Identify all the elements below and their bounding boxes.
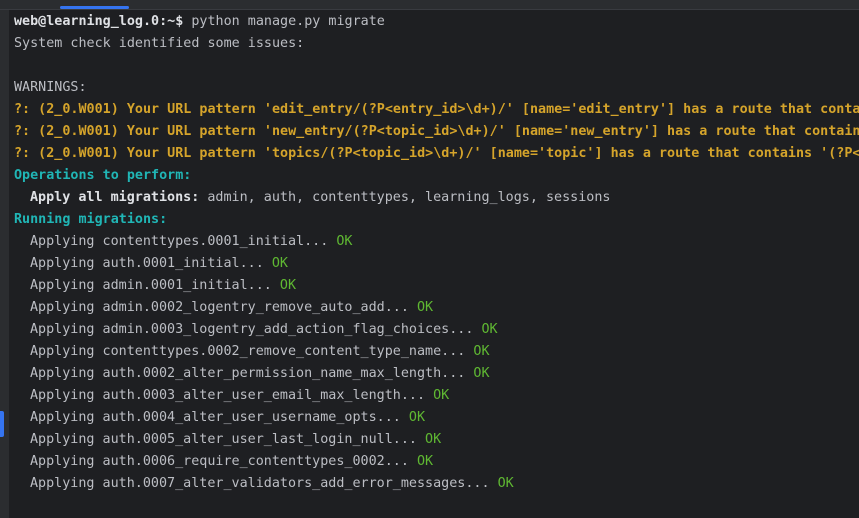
migration-status: OK [473, 366, 490, 381]
migration-line: Applying auth.0001_initial... OK [14, 253, 859, 275]
gutter-marker [0, 411, 4, 437]
migration-text: Applying admin.0003_logentry_add_action_… [30, 322, 474, 337]
migration-text: Applying admin.0002_logentry_remove_auto… [30, 300, 409, 315]
apply-all-value: admin, auth, contenttypes, learning_logs… [199, 190, 611, 205]
terminal-output[interactable]: web@learning_log.0:~$ python manage.py m… [14, 11, 859, 495]
migration-text: Applying auth.0004_alter_user_username_o… [30, 410, 401, 425]
migration-line: Applying auth.0007_alter_validators_add_… [14, 473, 859, 495]
migration-status: OK [481, 322, 498, 337]
migration-text: Applying auth.0006_require_contenttypes_… [30, 454, 409, 469]
migration-status: OK [271, 256, 288, 271]
apply-all-label: Apply all migrations: [30, 190, 200, 205]
migration-status: OK [473, 344, 490, 359]
migration-line: Applying auth.0003_alter_user_email_max_… [14, 385, 859, 407]
migration-line: Applying admin.0003_logentry_add_action_… [14, 319, 859, 341]
migration-line: Applying contenttypes.0001_initial... OK [14, 231, 859, 253]
system-check-line: System check identified some issues: [14, 36, 305, 51]
migration-line: Applying auth.0005_alter_user_last_login… [14, 429, 859, 451]
warning-line: ?: (2_0.W001) Your URL pattern 'topics/(… [14, 146, 859, 161]
terminal-tab-bar [0, 0, 859, 10]
shell-command: python manage.py migrate [191, 14, 385, 29]
migration-line: Applying auth.0002_alter_permission_name… [14, 363, 859, 385]
migration-text: Applying auth.0003_alter_user_email_max_… [30, 388, 426, 403]
shell-prompt: web@learning_log.0:~$ [14, 14, 184, 29]
migration-status: OK [425, 432, 442, 447]
command-line: web@learning_log.0:~$ python manage.py m… [14, 11, 859, 33]
migration-text: Applying auth.0005_alter_user_last_login… [30, 432, 417, 447]
migration-status: OK [416, 300, 434, 315]
migration-line: Applying contenttypes.0002_remove_conten… [14, 341, 859, 363]
terminal-window: web@learning_log.0:~$ python manage.py m… [0, 0, 859, 518]
migration-text: Applying contenttypes.0001_initial... [30, 234, 329, 249]
apply-all-line: Apply all migrations: admin, auth, conte… [14, 187, 859, 209]
warning-line: ?: (2_0.W001) Your URL pattern 'edit_ent… [14, 102, 859, 117]
migration-line: Applying auth.0004_alter_user_username_o… [14, 407, 859, 429]
migration-text: Applying auth.0002_alter_permission_name… [30, 366, 466, 381]
migration-text: Applying auth.0001_initial... [30, 256, 264, 271]
migration-text: Applying auth.0007_alter_validators_add_… [30, 476, 490, 491]
migration-status: OK [497, 476, 514, 491]
migration-status: OK [279, 278, 297, 293]
active-tab-indicator[interactable] [60, 6, 129, 9]
migration-text: Applying contenttypes.0002_remove_conten… [30, 344, 466, 359]
migration-text: Applying admin.0001_initial... [30, 278, 272, 293]
operations-header: Operations to perform: [14, 168, 192, 183]
migration-status: OK [433, 388, 450, 403]
migration-status: OK [416, 454, 434, 469]
migration-line: Applying admin.0001_initial... OK [14, 275, 859, 297]
migration-status: OK [336, 234, 353, 249]
warnings-header: WARNINGS: [14, 80, 87, 95]
migration-status: OK [408, 410, 426, 425]
running-header: Running migrations: [14, 212, 168, 227]
warning-line: ?: (2_0.W001) Your URL pattern 'new_entr… [14, 124, 859, 139]
terminal-gutter [0, 10, 9, 518]
migration-line: Applying admin.0002_logentry_remove_auto… [14, 297, 859, 319]
migration-line: Applying auth.0006_require_contenttypes_… [14, 451, 859, 473]
